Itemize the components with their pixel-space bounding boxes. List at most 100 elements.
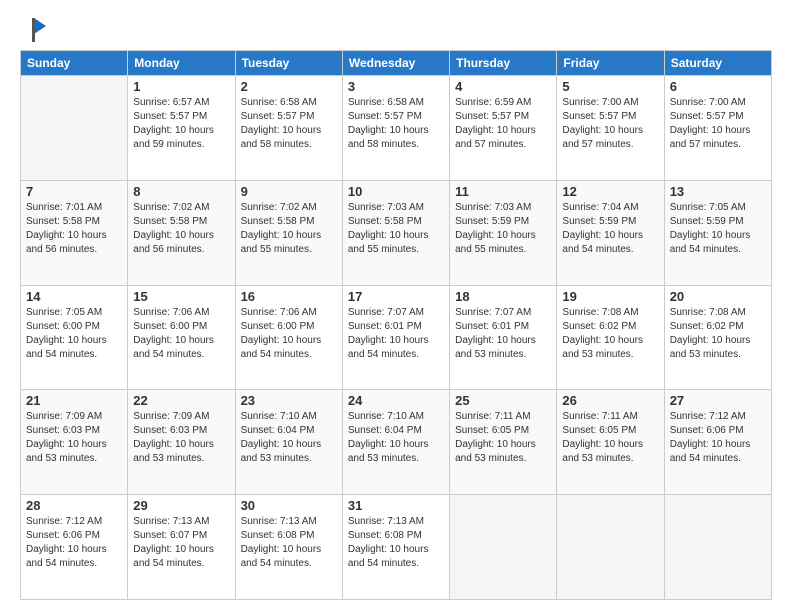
calendar-cell: 27 Sunrise: 7:12 AMSunset: 6:06 PMDayligh… (664, 390, 771, 495)
calendar-cell: 25 Sunrise: 7:11 AMSunset: 6:05 PMDayligh… (450, 390, 557, 495)
day-number: 2 (241, 79, 337, 94)
day-info: Sunrise: 6:57 AMSunset: 5:57 PMDaylight:… (133, 96, 229, 152)
day-info: Sunrise: 7:11 AMSunset: 6:05 PMDaylight:… (562, 410, 658, 466)
day-info: Sunrise: 7:02 AMSunset: 5:58 PMDaylight:… (241, 201, 337, 257)
weekday-header-thursday: Thursday (450, 51, 557, 76)
day-info: Sunrise: 7:10 AMSunset: 6:04 PMDaylight:… (348, 410, 444, 466)
weekday-header-tuesday: Tuesday (235, 51, 342, 76)
day-info: Sunrise: 7:07 AMSunset: 6:01 PMDaylight:… (455, 306, 551, 362)
day-info: Sunrise: 7:09 AMSunset: 6:03 PMDaylight:… (26, 410, 122, 466)
logo (20, 16, 50, 44)
calendar-cell (450, 495, 557, 600)
day-info: Sunrise: 7:03 AMSunset: 5:59 PMDaylight:… (455, 201, 551, 257)
day-info: Sunrise: 6:59 AMSunset: 5:57 PMDaylight:… (455, 96, 551, 152)
calendar-cell: 24 Sunrise: 7:10 AMSunset: 6:04 PMDayligh… (342, 390, 449, 495)
day-number: 24 (348, 393, 444, 408)
calendar-cell (21, 76, 128, 181)
calendar-cell: 17Sunrise: 7:07 AMSunset: 6:01 PMDayligh… (342, 285, 449, 390)
day-number: 30 (241, 498, 337, 513)
day-info: Sunrise: 7:10 AMSunset: 6:04 PMDaylight:… (241, 410, 337, 466)
calendar-cell: 21 Sunrise: 7:09 AMSunset: 6:03 PMDayligh… (21, 390, 128, 495)
day-number: 11 (455, 184, 551, 199)
day-info: Sunrise: 7:06 AMSunset: 6:00 PMDaylight:… (133, 306, 229, 362)
day-number: 13 (670, 184, 766, 199)
day-info: Sunrise: 7:08 AMSunset: 6:02 PMDaylight:… (670, 306, 766, 362)
calendar-cell (557, 495, 664, 600)
day-info: Sunrise: 7:08 AMSunset: 6:02 PMDaylight:… (562, 306, 658, 362)
calendar-cell: 12 Sunrise: 7:04 AMSunset: 5:59 PMDayligh… (557, 180, 664, 285)
day-info: Sunrise: 7:13 AMSunset: 6:08 PMDaylight:… (241, 515, 337, 571)
calendar-cell: 18 Sunrise: 7:07 AMSunset: 6:01 PMDayligh… (450, 285, 557, 390)
weekday-header-row: SundayMondayTuesdayWednesdayThursdayFrid… (21, 51, 772, 76)
day-info: Sunrise: 7:01 AMSunset: 5:58 PMDaylight:… (26, 201, 122, 257)
day-number: 18 (455, 289, 551, 304)
day-number: 23 (241, 393, 337, 408)
calendar-cell: 7 Sunrise: 7:01 AMSunset: 5:58 PMDaylight… (21, 180, 128, 285)
calendar-cell: 29 Sunrise: 7:13 AMSunset: 6:07 PMDayligh… (128, 495, 235, 600)
calendar-cell: 8Sunrise: 7:02 AMSunset: 5:58 PMDaylight… (128, 180, 235, 285)
calendar-cell: 20 Sunrise: 7:08 AMSunset: 6:02 PMDayligh… (664, 285, 771, 390)
calendar-table: SundayMondayTuesdayWednesdayThursdayFrid… (20, 50, 772, 600)
day-number: 15 (133, 289, 229, 304)
day-info: Sunrise: 7:03 AMSunset: 5:58 PMDaylight:… (348, 201, 444, 257)
calendar-cell: 16Sunrise: 7:06 AMSunset: 6:00 PMDayligh… (235, 285, 342, 390)
day-info: Sunrise: 7:13 AMSunset: 6:08 PMDaylight:… (348, 515, 444, 571)
calendar-cell: 11 Sunrise: 7:03 AMSunset: 5:59 PMDayligh… (450, 180, 557, 285)
day-number: 5 (562, 79, 658, 94)
day-info: Sunrise: 7:05 AMSunset: 6:00 PMDaylight:… (26, 306, 122, 362)
calendar-cell: 2 Sunrise: 6:58 AMSunset: 5:57 PMDaylight… (235, 76, 342, 181)
calendar-cell: 19 Sunrise: 7:08 AMSunset: 6:02 PMDayligh… (557, 285, 664, 390)
day-number: 22 (133, 393, 229, 408)
day-number: 28 (26, 498, 122, 513)
calendar-cell: 26 Sunrise: 7:11 AMSunset: 6:05 PMDayligh… (557, 390, 664, 495)
calendar-cell: 14Sunrise: 7:05 AMSunset: 6:00 PMDayligh… (21, 285, 128, 390)
day-number: 4 (455, 79, 551, 94)
day-number: 26 (562, 393, 658, 408)
day-number: 1 (133, 79, 229, 94)
day-number: 19 (562, 289, 658, 304)
day-info: Sunrise: 7:04 AMSunset: 5:59 PMDaylight:… (562, 201, 658, 257)
page: SundayMondayTuesdayWednesdayThursdayFrid… (0, 0, 792, 612)
day-number: 12 (562, 184, 658, 199)
calendar-cell: 23 Sunrise: 7:10 AMSunset: 6:04 PMDayligh… (235, 390, 342, 495)
day-number: 9 (241, 184, 337, 199)
day-number: 20 (670, 289, 766, 304)
day-number: 10 (348, 184, 444, 199)
calendar-week-row: 7 Sunrise: 7:01 AMSunset: 5:58 PMDaylight… (21, 180, 772, 285)
weekday-header-saturday: Saturday (664, 51, 771, 76)
day-number: 27 (670, 393, 766, 408)
day-info: Sunrise: 7:11 AMSunset: 6:05 PMDaylight:… (455, 410, 551, 466)
weekday-header-monday: Monday (128, 51, 235, 76)
day-number: 6 (670, 79, 766, 94)
day-number: 21 (26, 393, 122, 408)
calendar-week-row: 28Sunrise: 7:12 AMSunset: 6:06 PMDayligh… (21, 495, 772, 600)
weekday-header-sunday: Sunday (21, 51, 128, 76)
calendar-cell (664, 495, 771, 600)
calendar-week-row: 14Sunrise: 7:05 AMSunset: 6:00 PMDayligh… (21, 285, 772, 390)
day-info: Sunrise: 7:02 AMSunset: 5:58 PMDaylight:… (133, 201, 229, 257)
header (20, 16, 772, 44)
weekday-header-friday: Friday (557, 51, 664, 76)
day-number: 7 (26, 184, 122, 199)
day-info: Sunrise: 7:06 AMSunset: 6:00 PMDaylight:… (241, 306, 337, 362)
calendar-cell: 22Sunrise: 7:09 AMSunset: 6:03 PMDayligh… (128, 390, 235, 495)
calendar-cell: 31Sunrise: 7:13 AMSunset: 6:08 PMDayligh… (342, 495, 449, 600)
calendar-cell: 28Sunrise: 7:12 AMSunset: 6:06 PMDayligh… (21, 495, 128, 600)
day-info: Sunrise: 6:58 AMSunset: 5:57 PMDaylight:… (348, 96, 444, 152)
day-number: 3 (348, 79, 444, 94)
weekday-header-wednesday: Wednesday (342, 51, 449, 76)
day-info: Sunrise: 6:58 AMSunset: 5:57 PMDaylight:… (241, 96, 337, 152)
day-info: Sunrise: 7:12 AMSunset: 6:06 PMDaylight:… (670, 410, 766, 466)
day-number: 29 (133, 498, 229, 513)
calendar-cell: 15 Sunrise: 7:06 AMSunset: 6:00 PMDayligh… (128, 285, 235, 390)
calendar-week-row: 21 Sunrise: 7:09 AMSunset: 6:03 PMDayligh… (21, 390, 772, 495)
day-number: 25 (455, 393, 551, 408)
day-info: Sunrise: 7:00 AMSunset: 5:57 PMDaylight:… (670, 96, 766, 152)
logo-icon (20, 16, 48, 44)
day-info: Sunrise: 7:13 AMSunset: 6:07 PMDaylight:… (133, 515, 229, 571)
calendar-cell: 5 Sunrise: 7:00 AMSunset: 5:57 PMDaylight… (557, 76, 664, 181)
day-info: Sunrise: 7:00 AMSunset: 5:57 PMDaylight:… (562, 96, 658, 152)
day-number: 17 (348, 289, 444, 304)
calendar-cell: 13Sunrise: 7:05 AMSunset: 5:59 PMDayligh… (664, 180, 771, 285)
calendar-cell: 3 Sunrise: 6:58 AMSunset: 5:57 PMDaylight… (342, 76, 449, 181)
